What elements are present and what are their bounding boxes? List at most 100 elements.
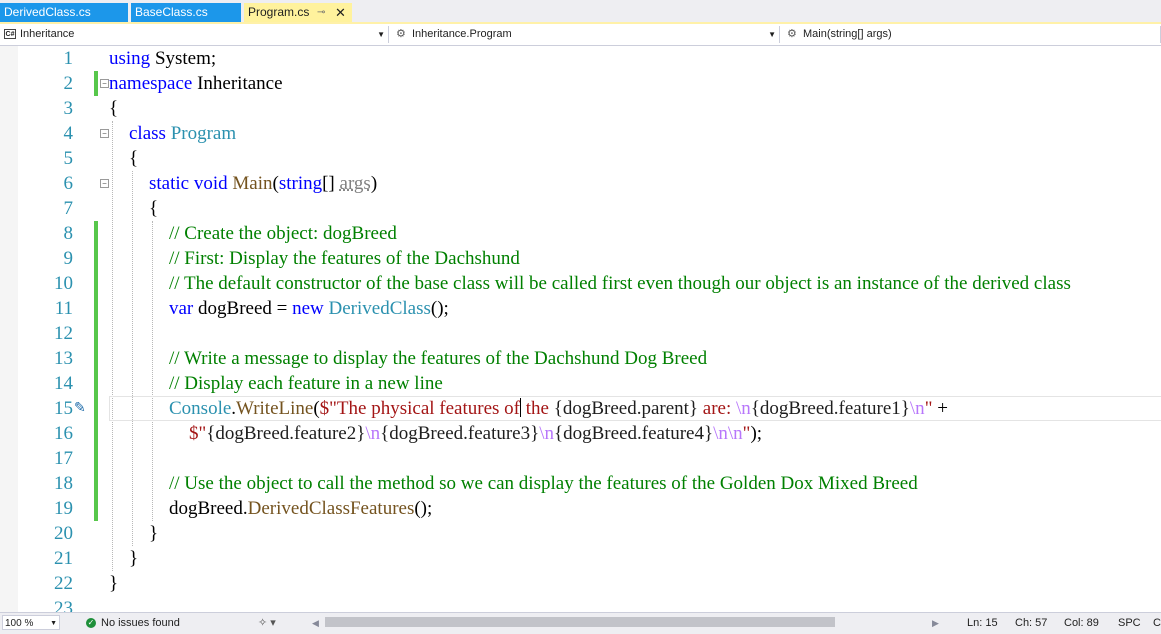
line-number: 9	[63, 248, 74, 269]
code-token: new	[292, 298, 324, 319]
issues-status[interactable]: No issues found	[101, 613, 180, 633]
code-line[interactable]: 10 // The default constructor of the base…	[0, 271, 1161, 296]
code-line[interactable]: 19 dogBreed.DerivedClassFeatures();	[0, 496, 1161, 521]
change-marker	[94, 421, 98, 446]
code-token: // The default constructor of the base c…	[169, 273, 1071, 294]
code-line[interactable]: 21}	[0, 546, 1161, 571]
code-token: // Create the object: dogBreed	[169, 223, 397, 244]
change-marker	[94, 271, 98, 296]
project-dropdown[interactable]: C# Inheritance ▼	[0, 26, 389, 43]
code-line[interactable]: 22}	[0, 571, 1161, 596]
code-token: {dogBreed.feature4}	[554, 423, 714, 444]
code-text: dogBreed.DerivedClassFeatures();	[169, 496, 432, 521]
change-marker	[94, 346, 98, 371]
tab-label: DerivedClass.cs	[4, 5, 91, 19]
scroll-left-icon[interactable]: ◀	[312, 613, 319, 633]
change-marker	[94, 296, 98, 321]
code-text: }	[149, 521, 158, 546]
code-token: are:	[698, 398, 737, 419]
code-token: using	[109, 48, 151, 69]
scroll-right-icon[interactable]: ▶	[932, 613, 939, 633]
line-number: 12	[54, 323, 73, 344]
code-line[interactable]: 11 var dogBreed = new DerivedClass();	[0, 296, 1161, 321]
collapse-icon[interactable]: −	[100, 79, 109, 88]
navigation-bar: C# Inheritance ▼ ⚙ Inheritance.Program ▼…	[0, 24, 1161, 46]
zoom-level: 100 %	[5, 618, 34, 629]
code-token: // Write a message to display the featur…	[169, 348, 708, 369]
type-dropdown[interactable]: ⚙ Inheritance.Program ▼	[392, 26, 780, 43]
line-number: 17	[54, 448, 73, 469]
code-line[interactable]: 5{	[0, 146, 1161, 171]
code-token: dogBreed =	[193, 298, 293, 319]
tab-program[interactable]: Program.cs ⊸ ✕	[244, 3, 352, 22]
code-token: \n	[736, 398, 751, 419]
code-text: // The default constructor of the base c…	[169, 271, 1071, 296]
collapse-icon[interactable]: −	[100, 129, 109, 138]
tab-derivedclass[interactable]: DerivedClass.cs	[0, 3, 128, 22]
line-number: 15	[54, 398, 73, 419]
code-editor[interactable]: 1 using System; 2− namespace Inheritance 3{4…	[0, 46, 1161, 612]
code-line[interactable]: 23	[0, 596, 1161, 612]
cleanup-icon[interactable]: ✧ ▾	[258, 613, 276, 633]
code-line[interactable]: 20}	[0, 521, 1161, 546]
code-line[interactable]: 6 − static void Main(string[] args)	[0, 171, 1161, 196]
horizontal-scrollbar-thumb[interactable]	[325, 617, 835, 627]
code-line[interactable]: 15 ✎ Console.WriteLine($"The physical feat…	[0, 396, 1161, 421]
code-token: $"The physical features of	[319, 398, 520, 419]
code-token: Program	[170, 123, 237, 144]
code-line[interactable]: 1 using System;	[0, 46, 1161, 71]
change-marker	[94, 71, 98, 96]
line-number: 8	[63, 223, 74, 244]
close-icon[interactable]: ✕	[335, 3, 346, 22]
change-marker	[94, 246, 98, 271]
code-line[interactable]: 4 − class Program	[0, 121, 1161, 146]
edit-pencil-icon: ✎	[74, 400, 86, 416]
csharp-project-icon: C#	[4, 29, 16, 39]
line-number: 10	[54, 273, 73, 294]
change-marker	[94, 446, 98, 471]
line-number: 22	[54, 573, 73, 594]
collapse-icon[interactable]: −	[100, 179, 109, 188]
code-line[interactable]: 8 // Create the object: dogBreed	[0, 221, 1161, 246]
line-ending-mode[interactable]: C	[1153, 613, 1161, 633]
change-marker	[94, 371, 98, 396]
line-number: 5	[63, 148, 74, 169]
change-marker	[94, 396, 98, 421]
code-text: $"{dogBreed.feature2}\n{dogBreed.feature…	[189, 421, 762, 446]
code-line[interactable]: 18 // Use the object to call the method s…	[0, 471, 1161, 496]
code-text: namespace Inheritance	[109, 71, 283, 96]
zoom-dropdown[interactable]: 100 % ▼	[2, 615, 60, 630]
code-text: using System;	[109, 46, 216, 71]
line-number: 14	[54, 373, 73, 394]
tab-label: Program.cs	[248, 5, 310, 19]
code-token: }	[129, 548, 139, 569]
code-line[interactable]: 16 $"{dogBreed.feature2}\n{dogBreed.featu…	[0, 421, 1161, 446]
code-token: {dogBreed.feature1}	[750, 398, 910, 419]
code-line[interactable]: 14 // Display each feature in a new line	[0, 371, 1161, 396]
whitespace-mode[interactable]: SPC	[1118, 613, 1141, 633]
code-line[interactable]: 7{	[0, 196, 1161, 221]
tab-baseclass[interactable]: BaseClass.cs	[131, 3, 241, 22]
line-number: 6	[63, 173, 74, 194]
code-line[interactable]: 9 // First: Display the features of the D…	[0, 246, 1161, 271]
project-name: Inheritance	[20, 28, 75, 40]
change-marker	[94, 471, 98, 496]
code-token: WriteLine	[236, 398, 314, 419]
code-token: static	[149, 173, 190, 194]
code-text: Console.WriteLine($"The physical feature…	[169, 396, 948, 421]
chevron-down-icon: ▼	[377, 30, 385, 39]
code-line[interactable]: 2 − namespace Inheritance	[0, 71, 1161, 96]
code-token: // First: Display the features of the Da…	[169, 248, 520, 269]
code-token: \n	[365, 423, 381, 444]
code-line[interactable]: 3{	[0, 96, 1161, 121]
code-line[interactable]: 13 // Write a message to display the feat…	[0, 346, 1161, 371]
member-dropdown[interactable]: ⚙ Main(string[] args)	[783, 26, 1161, 43]
code-token: {	[129, 148, 139, 169]
code-text: static void Main(string[] args)	[149, 171, 377, 196]
column-indicator: Col: 89	[1064, 617, 1099, 629]
pin-icon[interactable]: ⊸	[317, 3, 325, 22]
line-number: 13	[54, 348, 73, 369]
code-line[interactable]: 12	[0, 321, 1161, 346]
code-line[interactable]: 17	[0, 446, 1161, 471]
code-token: $"	[189, 423, 207, 444]
